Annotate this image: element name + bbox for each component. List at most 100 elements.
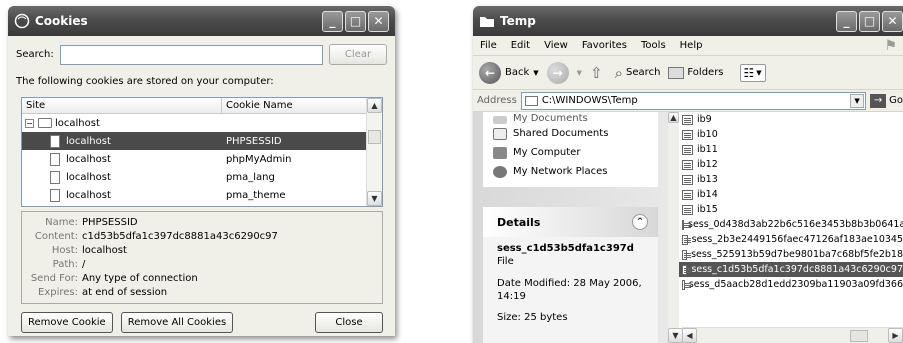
address-label: Address xyxy=(477,95,517,106)
list-item[interactable]: localhost pma_theme xyxy=(22,186,382,204)
details-header[interactable]: Details ⌃ xyxy=(483,207,658,237)
column-cookie-name[interactable]: Cookie Name xyxy=(222,98,297,113)
folders-icon xyxy=(668,66,685,79)
horizontal-scrollbar[interactable]: ◀ ▶ xyxy=(682,327,903,343)
list-item[interactable]: localhost PHPSESSID xyxy=(22,132,382,150)
intro-text: The following cookies are stored on your… xyxy=(16,76,274,87)
list-item[interactable]: ib9 xyxy=(668,112,903,127)
menu-bar: File Edit View Favorites Tools Help ⚑ xyxy=(473,36,903,56)
list-item[interactable]: localhost phpMyAdmin xyxy=(22,150,382,168)
menu-help[interactable]: Help xyxy=(680,40,703,51)
close-window-button[interactable]: ✕ xyxy=(882,10,903,32)
temp-titlebar[interactable]: Temp _ □ ✕ xyxy=(473,6,903,36)
folder-icon xyxy=(38,118,52,128)
clear-button[interactable]: Clear xyxy=(329,44,387,65)
views-button[interactable]: ☷ ▼ xyxy=(739,63,766,82)
menu-file[interactable]: File xyxy=(480,40,497,51)
file-icon xyxy=(682,249,692,260)
address-input[interactable]: C:\WINDOWS\Temp ▼ xyxy=(520,91,867,110)
scroll-right-icon[interactable]: ▶ xyxy=(888,328,903,343)
file-icon xyxy=(682,144,693,155)
list-item[interactable]: ib14 xyxy=(668,187,903,202)
address-dropdown-icon[interactable]: ▼ xyxy=(850,93,865,108)
forward-arrow-icon[interactable]: → xyxy=(546,61,569,84)
scroll-left-icon[interactable]: ◀ xyxy=(682,328,697,343)
search-button[interactable]: ⌕ Search xyxy=(615,64,661,82)
list-item[interactable]: sess_0d438d3ab22b6c516e3453b8b3b0641a xyxy=(668,217,903,232)
scroll-up-icon[interactable]: ▲ xyxy=(668,112,679,123)
minimize-button[interactable]: _ xyxy=(836,10,857,32)
place-my-network-places[interactable]: My Network Places xyxy=(483,162,658,181)
file-icon xyxy=(50,188,60,202)
group-label: localhost xyxy=(55,117,100,129)
list-item[interactable]: sess_d5aacb28d1edd2309ba11903a09fd366 xyxy=(668,277,903,292)
remove-cookie-button[interactable]: Remove Cookie xyxy=(21,312,113,333)
my-network-places-icon xyxy=(493,165,507,178)
list-item[interactable]: localhost pma_lang xyxy=(22,168,382,186)
scroll-thumb[interactable] xyxy=(850,329,868,342)
detail-name: PHPSESSID xyxy=(82,216,138,228)
place-my-documents[interactable]: My Documents xyxy=(483,114,658,124)
list-item[interactable]: sess_525913b59d7be9801ba7c68bf5fe2b18 xyxy=(668,247,903,262)
list-scrollbar[interactable]: ▲ ▼ xyxy=(366,98,382,206)
collapse-icon[interactable]: − xyxy=(25,118,34,128)
file-icon xyxy=(682,234,691,245)
folder-icon xyxy=(479,13,495,29)
left-pane-scrollbar[interactable]: ▲ ▼ xyxy=(668,112,683,343)
windows-logo-icon: ⚑ xyxy=(884,37,897,54)
list-item[interactable]: ib15 xyxy=(668,202,903,217)
column-site[interactable]: Site xyxy=(22,98,222,113)
scroll-down-icon[interactable]: ▼ xyxy=(668,328,683,343)
my-documents-icon xyxy=(493,116,507,124)
file-icon xyxy=(682,219,691,230)
views-icon: ☷ xyxy=(743,65,755,80)
list-item[interactable]: ib10 xyxy=(668,127,903,142)
list-item[interactable]: ib12 xyxy=(668,157,903,172)
dropdown-arrow-icon[interactable]: ▼ xyxy=(577,69,582,77)
menu-tools[interactable]: Tools xyxy=(641,40,666,51)
up-folder-icon[interactable]: ⇧ xyxy=(590,64,603,82)
menu-favorites[interactable]: Favorites xyxy=(582,40,627,51)
file-list: ib9 ib10 ib11 ib12 ib13 ib14 ib15 sess_0… xyxy=(668,112,903,343)
list-item[interactable]: sess_c1d53b5dfa1c397dc8881a43c6290c97 xyxy=(668,262,903,277)
file-icon xyxy=(682,159,693,170)
maximize-button[interactable]: □ xyxy=(859,10,880,32)
place-shared-documents[interactable]: Shared Documents xyxy=(483,124,658,143)
remove-all-cookies-button[interactable]: Remove All Cookies xyxy=(120,312,234,333)
list-item[interactable]: ib11 xyxy=(668,142,903,157)
maximize-button[interactable]: □ xyxy=(345,10,366,32)
close-window-button[interactable]: ✕ xyxy=(368,10,389,32)
menu-edit[interactable]: Edit xyxy=(511,40,530,51)
dropdown-arrow-icon: ▼ xyxy=(756,68,762,77)
scroll-thumb[interactable] xyxy=(368,130,381,144)
collapse-chevron-icon[interactable]: ⌃ xyxy=(632,214,648,230)
scroll-down-icon[interactable]: ▼ xyxy=(367,191,382,206)
cookies-titlebar[interactable]: Cookies _ □ ✕ xyxy=(8,6,395,36)
dropdown-arrow-icon[interactable]: ▼ xyxy=(533,69,538,77)
menu-view[interactable]: View xyxy=(544,40,568,51)
shared-documents-icon xyxy=(493,127,507,140)
minimize-button[interactable]: _ xyxy=(322,10,343,32)
list-item[interactable]: ib13 xyxy=(668,172,903,187)
details-type: File xyxy=(497,256,514,267)
back-button[interactable]: ← Back ▼ xyxy=(479,61,539,84)
go-button[interactable]: → Go xyxy=(870,93,903,108)
list-item[interactable]: sess_2b3e2449156faec47126af183ae10345 xyxy=(668,232,903,247)
file-icon xyxy=(682,114,693,125)
address-bar: Address C:\WINDOWS\Temp ▼ → Go xyxy=(473,90,903,112)
temp-title: Temp xyxy=(500,14,536,28)
folders-button[interactable]: Folders xyxy=(668,66,724,79)
close-button[interactable]: Close xyxy=(315,312,383,333)
place-my-computer[interactable]: My Computer xyxy=(483,143,658,162)
search-input[interactable] xyxy=(59,44,323,65)
detail-sendfor: Any type of connection xyxy=(82,272,198,284)
detail-path: / xyxy=(82,258,86,270)
list-group-localhost[interactable]: − localhost xyxy=(22,114,382,132)
detail-content: c1d53b5dfa1c397dc8881a43c6290c97 xyxy=(82,230,278,242)
task-pane: My Documents Shared Documents My Compute… xyxy=(473,112,668,343)
back-arrow-icon: ← xyxy=(479,61,501,84)
scroll-up-icon[interactable]: ▲ xyxy=(367,98,382,113)
toolbar: ← Back ▼ → ▼ ⇧ ⌕ Search Folders ☷ ▼ xyxy=(473,56,903,90)
search-label: Search: xyxy=(16,49,54,60)
search-icon: ⌕ xyxy=(614,63,624,82)
